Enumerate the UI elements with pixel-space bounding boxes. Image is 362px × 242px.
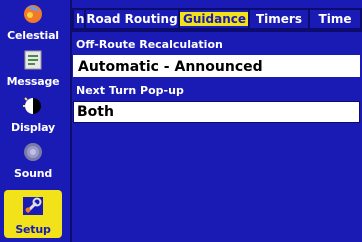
sound-icon (21, 141, 45, 163)
off-route-field[interactable]: Automatic - Announced (72, 54, 361, 78)
tab-underline (72, 30, 362, 32)
display-icon (21, 95, 45, 117)
sidebar-divider (70, 0, 72, 242)
setup-icon (21, 195, 45, 217)
next-turn-label: Next Turn Pop-up (76, 84, 184, 97)
off-route-label: Off-Route Recalculation (76, 38, 223, 51)
sidebar: Celestial Message Display Sound Setup (0, 0, 68, 242)
tab-road-routing[interactable]: Road Routing (84, 8, 180, 30)
celestial-icon (21, 3, 45, 25)
sidebar-item-sound[interactable]: Sound (4, 138, 62, 182)
device-screen: Celestial Message Display Sound Setup h … (0, 0, 362, 242)
sidebar-item-message[interactable]: Message (4, 46, 62, 90)
sidebar-item-label: Display (11, 121, 55, 134)
tab-bar: h Road Routing Guidance Timers Time (72, 8, 362, 30)
sidebar-item-label: Sound (13, 167, 53, 180)
sidebar-item-label: Setup (15, 223, 51, 236)
sidebar-item-display[interactable]: Display (4, 92, 62, 136)
tab-time[interactable]: Time (308, 8, 362, 30)
sidebar-item-label: Message (6, 75, 60, 88)
tab-guidance[interactable]: Guidance (178, 8, 250, 30)
sidebar-item-label: Celestial (7, 29, 59, 42)
message-icon (21, 49, 45, 71)
tab-timers[interactable]: Timers (248, 8, 310, 30)
sidebar-item-celestial[interactable]: Celestial (4, 0, 62, 44)
next-turn-field[interactable]: Both (73, 101, 360, 123)
sidebar-item-setup[interactable]: Setup (4, 190, 62, 238)
